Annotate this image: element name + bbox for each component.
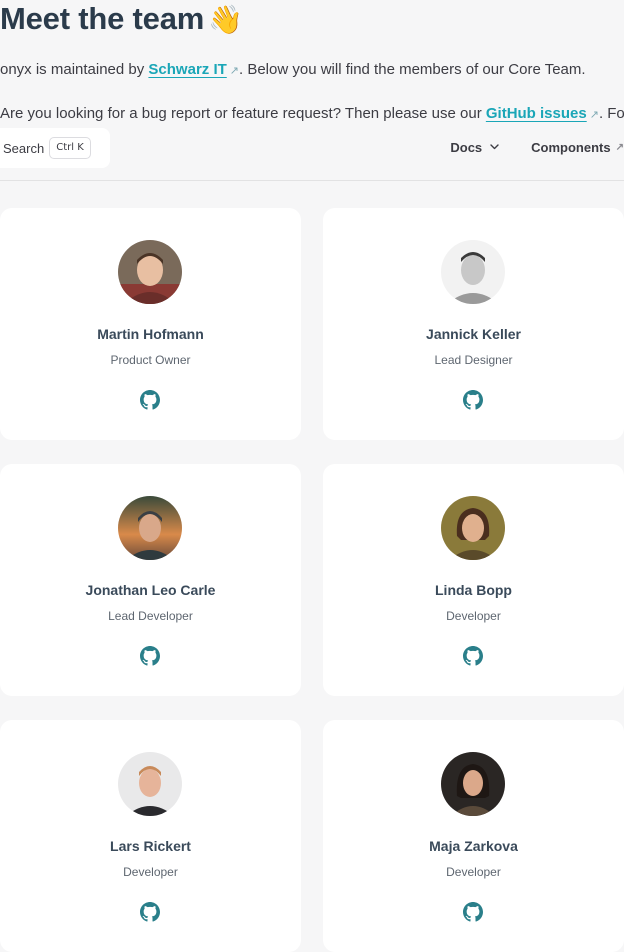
- intro-text: . Below you will find the members of our…: [239, 61, 586, 78]
- github-icon[interactable]: [140, 902, 160, 922]
- top-nav: Search Ctrl K Docs Components ↗: [0, 126, 624, 181]
- team-member-card: Lars Rickert Developer: [0, 720, 301, 952]
- intro-text: onyx is maintained by: [0, 61, 149, 78]
- member-name: Lars Rickert: [110, 838, 191, 854]
- github-icon[interactable]: [140, 390, 160, 410]
- member-role: Product Owner: [110, 353, 191, 367]
- team-member-card: Maja Zarkova Developer: [323, 720, 624, 952]
- team-member-card: Linda Bopp Developer: [323, 464, 624, 696]
- schwarz-it-link[interactable]: Schwarz IT ↗: [148, 61, 239, 78]
- github-icon[interactable]: [463, 646, 483, 666]
- intro-paragraph: onyx is maintained by Schwarz IT ↗. Below…: [0, 59, 586, 82]
- search-label: Search: [3, 140, 45, 156]
- avatar: [118, 240, 182, 304]
- waving-hand-icon: 👋: [208, 4, 243, 35]
- nav-components-link[interactable]: Components ↗: [531, 140, 624, 155]
- nav-docs-menu[interactable]: Docs: [450, 140, 499, 155]
- github-issues-link-label: GitHub issues: [485, 105, 587, 122]
- member-name: Jonathan Leo Carle: [85, 582, 216, 598]
- nav-components-label: Components: [531, 139, 611, 155]
- member-name: Maja Zarkova: [429, 838, 518, 854]
- issues-text: Are you looking for a bug report or feat…: [0, 105, 486, 122]
- avatar: [441, 752, 505, 816]
- arrow-up-right-icon: ↗: [615, 141, 624, 153]
- avatar: [118, 496, 182, 560]
- github-icon[interactable]: [463, 390, 483, 410]
- team-member-card: Jannick Keller Lead Designer: [323, 208, 624, 440]
- member-name: Martin Hofmann: [97, 326, 204, 342]
- arrow-up-right-icon: ↗: [589, 109, 599, 121]
- team-member-card: Martin Hofmann Product Owner: [0, 208, 301, 440]
- github-issues-link[interactable]: GitHub issues ↗: [486, 105, 599, 122]
- member-name: Linda Bopp: [435, 582, 512, 598]
- chevron-down-icon: [490, 142, 499, 152]
- member-role: Lead Developer: [108, 609, 193, 623]
- avatar: [441, 240, 505, 304]
- search-button[interactable]: Search Ctrl K: [0, 128, 110, 168]
- github-icon[interactable]: [140, 646, 160, 666]
- member-role: Developer: [446, 865, 501, 879]
- arrow-up-right-icon: ↗: [229, 65, 239, 77]
- team-page: Meet the team 👋 onyx is maintained by Sch…: [0, 0, 624, 952]
- page-title-text: Meet the team: [0, 1, 205, 36]
- github-icon[interactable]: [463, 902, 483, 922]
- issues-text: . For: [598, 105, 624, 122]
- nav-links: Docs Components ↗: [450, 136, 624, 158]
- member-name: Jannick Keller: [426, 326, 521, 342]
- issues-paragraph: Are you looking for a bug report or feat…: [0, 103, 624, 126]
- page-title: Meet the team 👋: [0, 0, 243, 39]
- team-member-card: Jonathan Leo Carle Lead Developer: [0, 464, 301, 696]
- avatar: [118, 752, 182, 816]
- member-role: Developer: [446, 609, 501, 623]
- nav-docs-label: Docs: [450, 139, 483, 155]
- schwarz-it-link-label: Schwarz IT: [148, 61, 227, 78]
- member-role: Lead Designer: [434, 353, 513, 367]
- avatar: [441, 496, 505, 560]
- member-role: Developer: [123, 865, 178, 879]
- search-shortcut: Ctrl K: [49, 137, 91, 159]
